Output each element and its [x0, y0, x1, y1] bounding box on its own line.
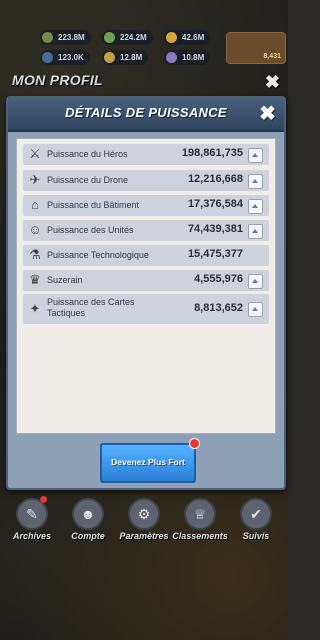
power-row-label: Puissance des Unités [47, 225, 134, 235]
nav-label: Archives [12, 531, 52, 541]
resource-counter: 10.8M [164, 50, 211, 65]
power-row-label: Puissance du Héros [47, 149, 128, 159]
nav-classements[interactable]: ♕ Classements [172, 498, 228, 546]
resource-icon [104, 32, 115, 43]
notification-dot [40, 496, 47, 503]
power-row-label: Suzerain [47, 275, 83, 285]
nav-archives[interactable]: ✎ Archives [4, 496, 60, 546]
profile-close-icon[interactable]: ✖ [265, 72, 280, 93]
classements-icon: ♕ [184, 498, 216, 530]
modal-title: DÉTAILS DE PUISSANCE [65, 105, 227, 120]
resource-counter: 123.0K [40, 50, 90, 65]
resource-icon [166, 32, 177, 43]
resource-counter: 223.8M [40, 30, 91, 45]
upgrade-arrow-icon[interactable] [248, 174, 263, 189]
building-icon: ⌂ [31, 197, 39, 212]
nav-parametres[interactable]: ⚙ Paramètres [116, 498, 172, 546]
power-row: ⌂ Puissance du Bâtiment 17,376,584 [23, 195, 269, 216]
power-row-label: Puissance Technologique [47, 250, 149, 260]
nav-label: Compte [71, 531, 105, 541]
parametres-icon: ⚙ [128, 498, 160, 530]
resource-icon [42, 52, 53, 63]
upgrade-arrow-icon[interactable] [248, 199, 263, 214]
flask-icon: ⚗ [29, 247, 41, 262]
resource-value: 224.2M [120, 33, 147, 42]
power-row: ☺ Puissance des Unités 74,439,381 [23, 220, 269, 241]
upgrade-arrow-icon[interactable] [248, 302, 263, 317]
profile-title: MON PROFIL [12, 72, 103, 88]
nav-suivis[interactable]: ✔ Suivis [228, 498, 284, 546]
become-stronger-label: Devenez Plus Fort [111, 457, 185, 467]
power-row-value: 74,439,381 [187, 223, 243, 235]
upgrade-arrow-icon[interactable] [248, 274, 263, 289]
drone-icon: ✈ [29, 172, 41, 187]
power-row-value: 15,475,377 [187, 248, 243, 260]
resource-bar: 223.8M 224.2M 42.6M 123.0K 12.8M 10.8M [40, 30, 230, 70]
modal-header: DÉTAILS DE PUISSANCE ✖ [8, 98, 284, 132]
bottom-nav: ✎ Archives ☻ Compte ⚙ Paramètres ♕ Classements ✔… [0, 496, 288, 548]
suivis-icon: ✔ [240, 498, 272, 530]
power-row-value: 17,376,584 [187, 198, 243, 210]
nav-label: Paramètres [119, 531, 169, 541]
resource-icon [42, 32, 53, 43]
close-icon[interactable]: ✖ [259, 101, 276, 126]
resource-value: 12.8M [120, 53, 143, 62]
power-list-panel: ⚔ Puissance du Héros 198,861,735 ✈ Puissance… [16, 138, 276, 434]
power-row-label: Puissance du Drone [47, 175, 129, 185]
cards-icon: ✦ [29, 301, 41, 316]
resource-counter: 224.2M [102, 30, 153, 45]
resource-value: 223.8M [58, 33, 85, 42]
resource-counter: 12.8M [102, 50, 149, 65]
become-stronger-button[interactable]: Devenez Plus Fort [100, 438, 200, 483]
power-badge: 8,431 [226, 32, 286, 64]
power-row-value: 4,555,976 [194, 273, 243, 285]
upgrade-arrow-icon[interactable] [248, 224, 263, 239]
power-badge-value: 8,431 [263, 53, 281, 60]
power-row: ✈ Puissance du Drone 12,216,668 [23, 170, 269, 191]
power-row: ♛ Suzerain 4,555,976 [23, 270, 269, 291]
power-row: ✦ Puissance des Cartes Tactiques 8,813,652 [23, 294, 269, 324]
power-row: ⚗ Puissance Technologique 15,475,377 [23, 245, 269, 266]
resource-value: 123.0K [58, 53, 84, 62]
power-row-value: 12,216,668 [187, 173, 243, 185]
notification-dot [189, 438, 200, 449]
power-row-label: Puissance des Cartes Tactiques [47, 297, 135, 318]
nav-label: Suivis [242, 531, 270, 541]
compte-icon: ☻ [72, 498, 104, 530]
power-details-modal: DÉTAILS DE PUISSANCE ✖ ⚔ Puissance du Hér… [6, 96, 286, 490]
suzerain-icon: ♛ [29, 272, 41, 287]
resource-value: 10.8M [182, 53, 205, 62]
resource-counter: 42.6M [164, 30, 211, 45]
resource-value: 42.6M [182, 33, 205, 42]
units-icon: ☺ [28, 222, 42, 237]
nav-label: Classements [172, 531, 228, 541]
power-row-label: Puissance du Bâtiment [47, 200, 140, 210]
power-row-value: 8,813,652 [194, 302, 243, 314]
power-row-value: 198,861,735 [181, 147, 243, 159]
power-row: ⚔ Puissance du Héros 198,861,735 [23, 144, 269, 165]
nav-compte[interactable]: ☻ Compte [60, 498, 116, 546]
upgrade-arrow-icon[interactable] [248, 148, 263, 163]
resource-icon [104, 52, 115, 63]
resource-icon [166, 52, 177, 63]
hero-icon: ⚔ [29, 146, 41, 161]
